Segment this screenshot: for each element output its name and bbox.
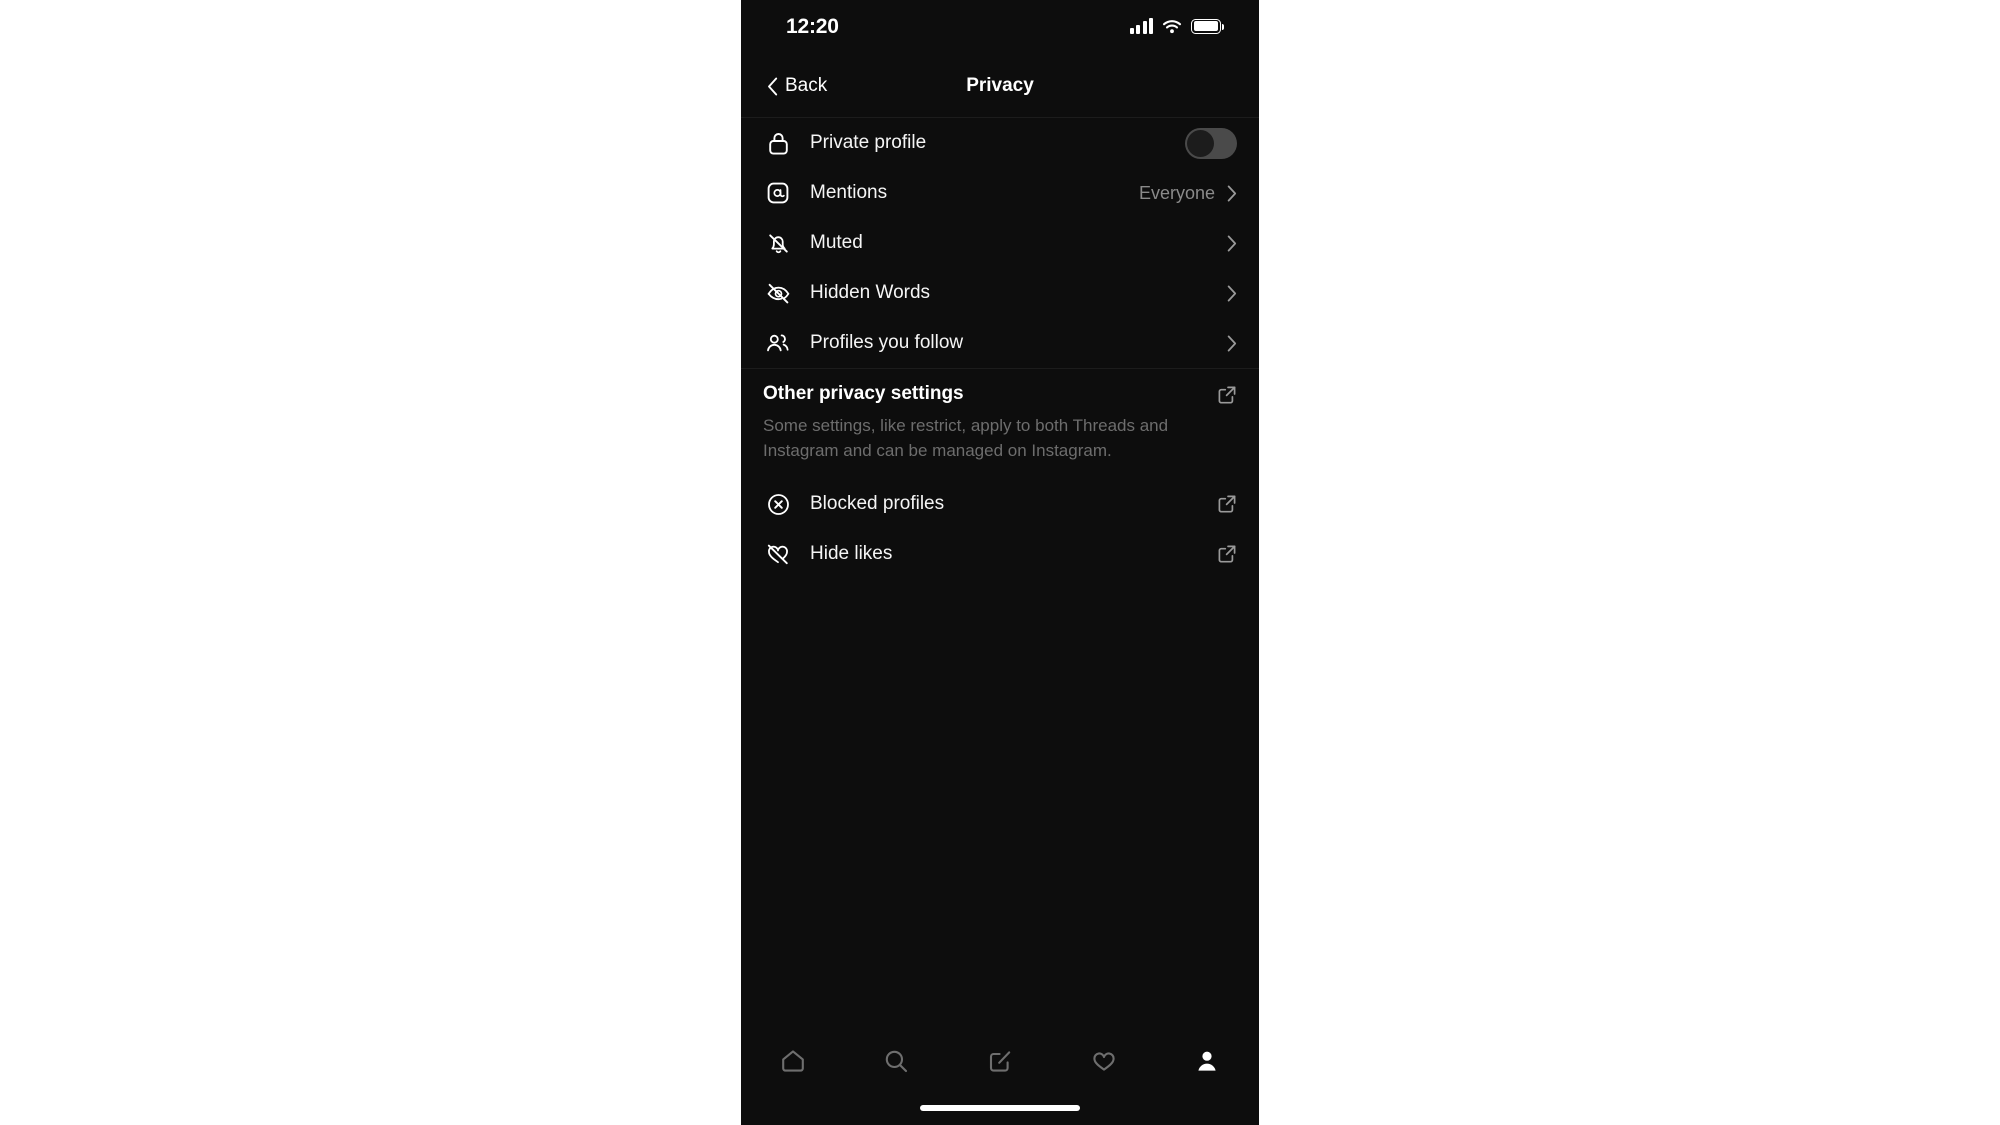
- tab-profile[interactable]: [1155, 1034, 1259, 1088]
- lock-icon: [763, 131, 793, 156]
- nav-header: Back Privacy: [741, 55, 1259, 118]
- wifi-icon: [1162, 19, 1182, 33]
- compose-icon: [989, 1051, 1011, 1072]
- other-privacy-settings-block[interactable]: Other privacy settings Some settings, li…: [741, 369, 1259, 479]
- setting-row-profiles-you-follow[interactable]: Profiles you follow: [741, 318, 1259, 368]
- setting-row-hide-likes[interactable]: Hide likes: [741, 529, 1259, 579]
- bell-slash-icon: [763, 231, 793, 256]
- battery-full-icon: [1191, 18, 1224, 34]
- page-canvas: 12:20 Back Privacy Private profile Menti…: [0, 0, 2000, 1125]
- phone-screen: 12:20 Back Privacy Private profile Menti…: [741, 0, 1259, 1125]
- bottom-tab-bar: [741, 1020, 1259, 1125]
- setting-label: Private profile: [810, 132, 927, 153]
- setting-label: Hidden Words: [810, 282, 931, 303]
- setting-label: Hide likes: [810, 543, 893, 565]
- at-sign-icon: [763, 181, 793, 205]
- setting-row-blocked-profiles[interactable]: Blocked profiles: [741, 479, 1259, 529]
- heart-icon: [1092, 1052, 1115, 1071]
- setting-row-private-profile[interactable]: Private profile: [741, 118, 1259, 168]
- tab-home[interactable]: [741, 1034, 845, 1088]
- heart-slash-icon: [763, 542, 793, 567]
- setting-row-mentions[interactable]: Mentions Everyone: [741, 168, 1259, 218]
- search-icon: [886, 1050, 908, 1073]
- circle-x-icon: [763, 492, 793, 517]
- status-icons: [1129, 18, 1224, 34]
- setting-label: Blocked profiles: [810, 493, 945, 515]
- private-profile-toggle[interactable]: [1185, 127, 1237, 159]
- setting-row-hidden-words[interactable]: Hidden Words: [741, 268, 1259, 318]
- setting-label: Profiles you follow: [810, 332, 964, 353]
- home-icon: [781, 1050, 804, 1072]
- setting-value: Everyone: [1138, 182, 1215, 203]
- other-privacy-title: Other privacy settings: [763, 383, 964, 404]
- tab-activity[interactable]: [1052, 1034, 1156, 1088]
- tab-search[interactable]: [845, 1034, 949, 1088]
- chevron-right-icon: [1227, 335, 1237, 352]
- external-link-icon[interactable]: [1217, 385, 1237, 410]
- setting-label: Mentions: [810, 182, 888, 203]
- chevron-right-icon: [1227, 185, 1237, 202]
- external-link-icon: [1217, 494, 1237, 514]
- profile-icon: [1198, 1051, 1216, 1071]
- status-bar: 12:20: [741, 0, 1259, 55]
- eye-slash-icon: [763, 281, 793, 306]
- page-title: Privacy: [966, 75, 1034, 96]
- setting-label: Muted: [810, 232, 863, 253]
- status-time: 12:20: [786, 15, 839, 38]
- home-indicator: [920, 1105, 1080, 1111]
- chevron-right-icon: [1227, 285, 1237, 302]
- toggle-knob: [1187, 129, 1214, 157]
- people-icon: [763, 331, 793, 355]
- privacy-settings-list: Private profile Mentions Everyone Muted …: [741, 118, 1259, 368]
- tab-compose[interactable]: [948, 1034, 1052, 1088]
- signal-bars-icon: [1129, 18, 1153, 34]
- other-privacy-description: Some settings, like restrict, apply to b…: [763, 416, 1169, 460]
- external-link-icon: [1217, 544, 1237, 564]
- chevron-right-icon: [1227, 235, 1237, 252]
- setting-row-muted[interactable]: Muted: [741, 218, 1259, 268]
